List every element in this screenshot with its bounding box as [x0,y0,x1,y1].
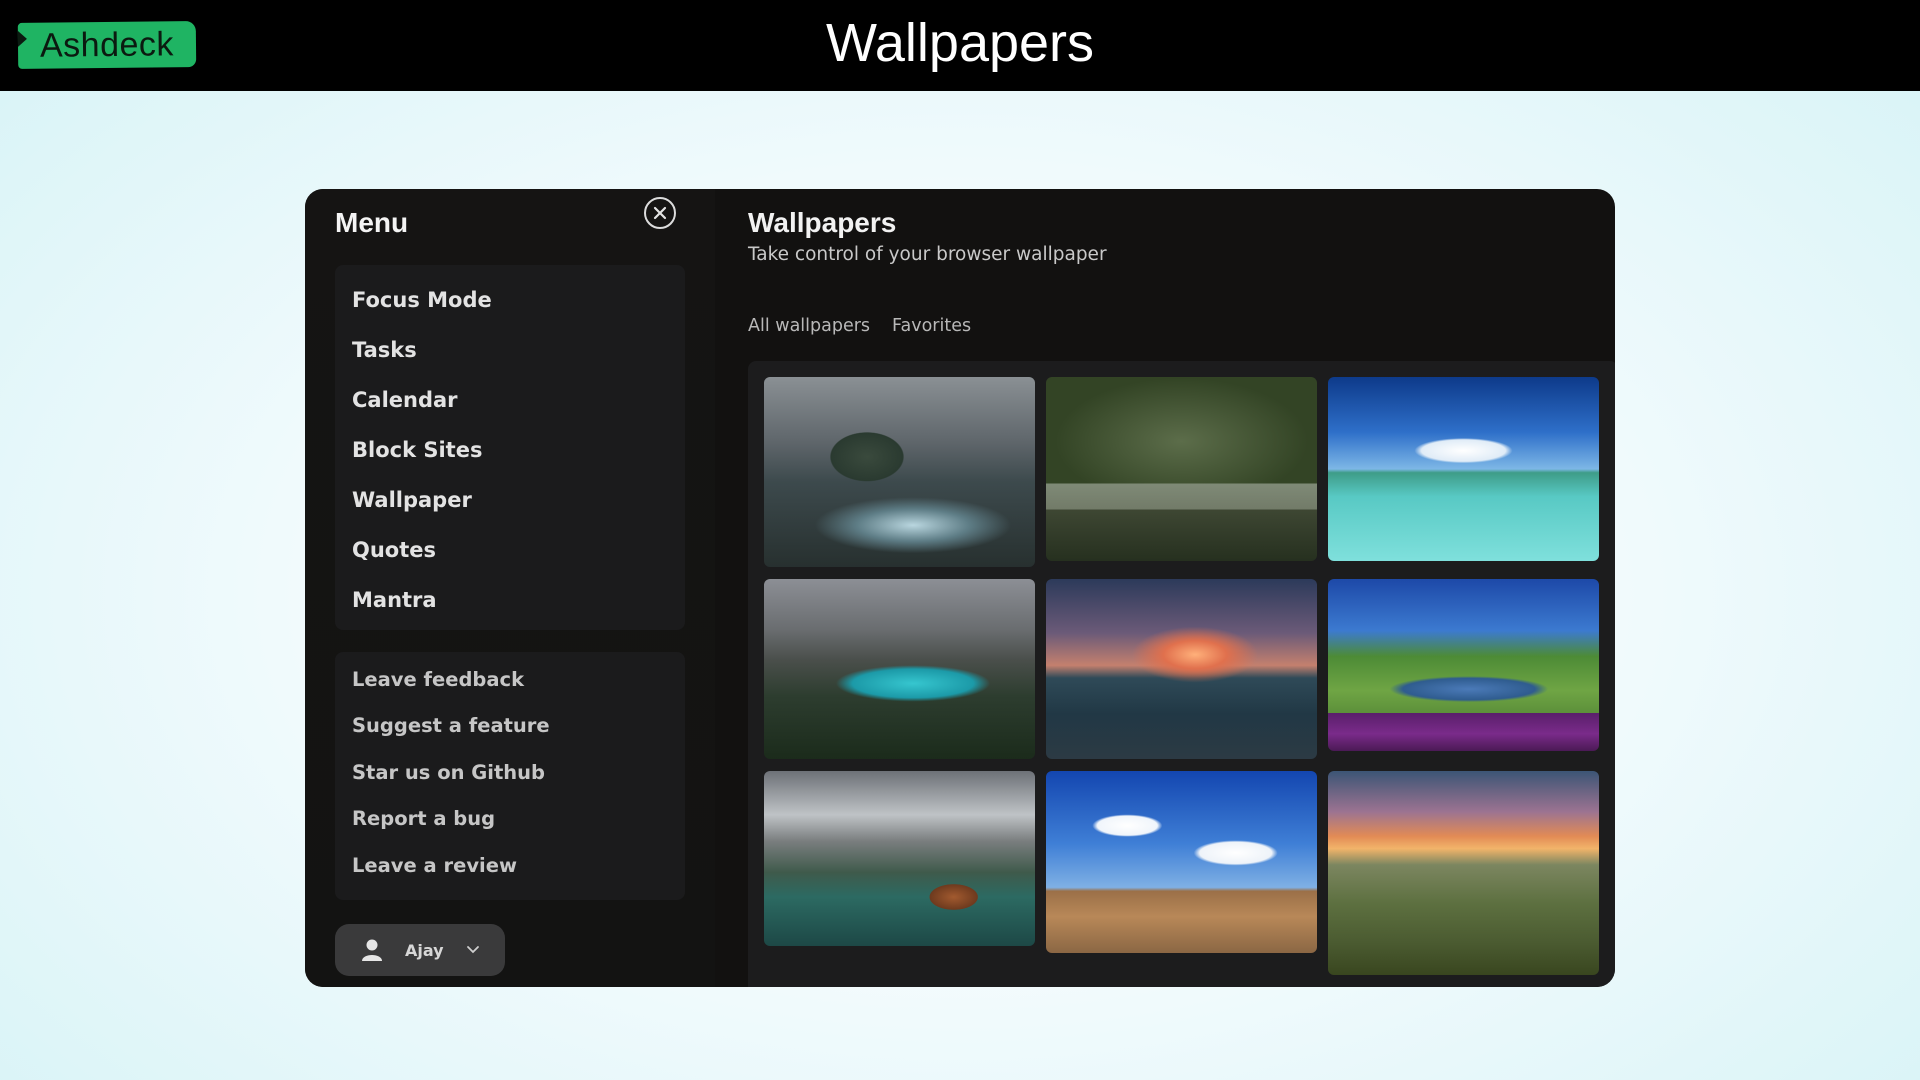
wallpaper-thumbnail[interactable] [1328,771,1599,975]
nav-item-mantra[interactable]: Mantra [335,575,685,625]
wallpaper-thumbnail[interactable] [764,771,1035,946]
link-suggest-feature[interactable]: Suggest a feature [335,703,685,750]
nav-item-wallpaper[interactable]: Wallpaper [335,475,685,525]
nav-item-tasks[interactable]: Tasks [335,325,685,375]
nav-item-block-sites[interactable]: Block Sites [335,425,685,475]
top-bar: Ashdeck Wallpapers [0,0,1920,91]
nav-menu: Focus Mode Tasks Calendar Block Sites Wa… [335,265,685,630]
wallpaper-thumbnail[interactable] [1328,579,1599,751]
tab-favorites[interactable]: Favorites [892,316,971,336]
tab-all-wallpapers[interactable]: All wallpapers [748,316,870,336]
content-subtitle: Take control of your browser wallpaper [748,244,1107,265]
menu-title: Menu [335,207,409,238]
content-title: Wallpapers [748,207,897,238]
close-icon [653,206,667,220]
sidebar: Menu Focus Mode Tasks Calendar Block Sit… [305,189,715,987]
wallpaper-thumbnail[interactable] [1046,771,1317,953]
link-star-github[interactable]: Star us on Github [335,749,685,796]
wallpaper-thumbnail[interactable] [764,377,1035,567]
wallpaper-thumbnail[interactable] [1328,377,1599,561]
link-leave-feedback[interactable]: Leave feedback [335,656,685,703]
user-icon [359,937,385,963]
wallpaper-thumbnail[interactable] [764,579,1035,759]
link-leave-review[interactable]: Leave a review [335,842,685,889]
menu-window: Menu Focus Mode Tasks Calendar Block Sit… [305,189,1615,987]
link-report-bug[interactable]: Report a bug [335,796,685,843]
user-menu-button[interactable]: Ajay [335,924,505,976]
support-links: Leave feedback Suggest a feature Star us… [335,652,685,900]
page-heading: Wallpapers [825,13,1095,73]
nav-item-calendar[interactable]: Calendar [335,375,685,425]
wallpapers-panel: Wallpapers Take control of your browser … [715,189,1615,987]
close-button[interactable] [644,197,676,229]
nav-item-focus-mode[interactable]: Focus Mode [335,275,685,325]
user-name: Ajay [405,940,444,960]
wallpaper-thumbnail[interactable] [1046,377,1317,561]
wallpaper-thumbnail[interactable] [1046,579,1317,759]
nav-item-quotes[interactable]: Quotes [335,525,685,575]
wallpaper-grid [748,361,1615,987]
wallpaper-tabs: All wallpapers Favorites [748,316,971,336]
chevron-down-icon [466,945,480,955]
